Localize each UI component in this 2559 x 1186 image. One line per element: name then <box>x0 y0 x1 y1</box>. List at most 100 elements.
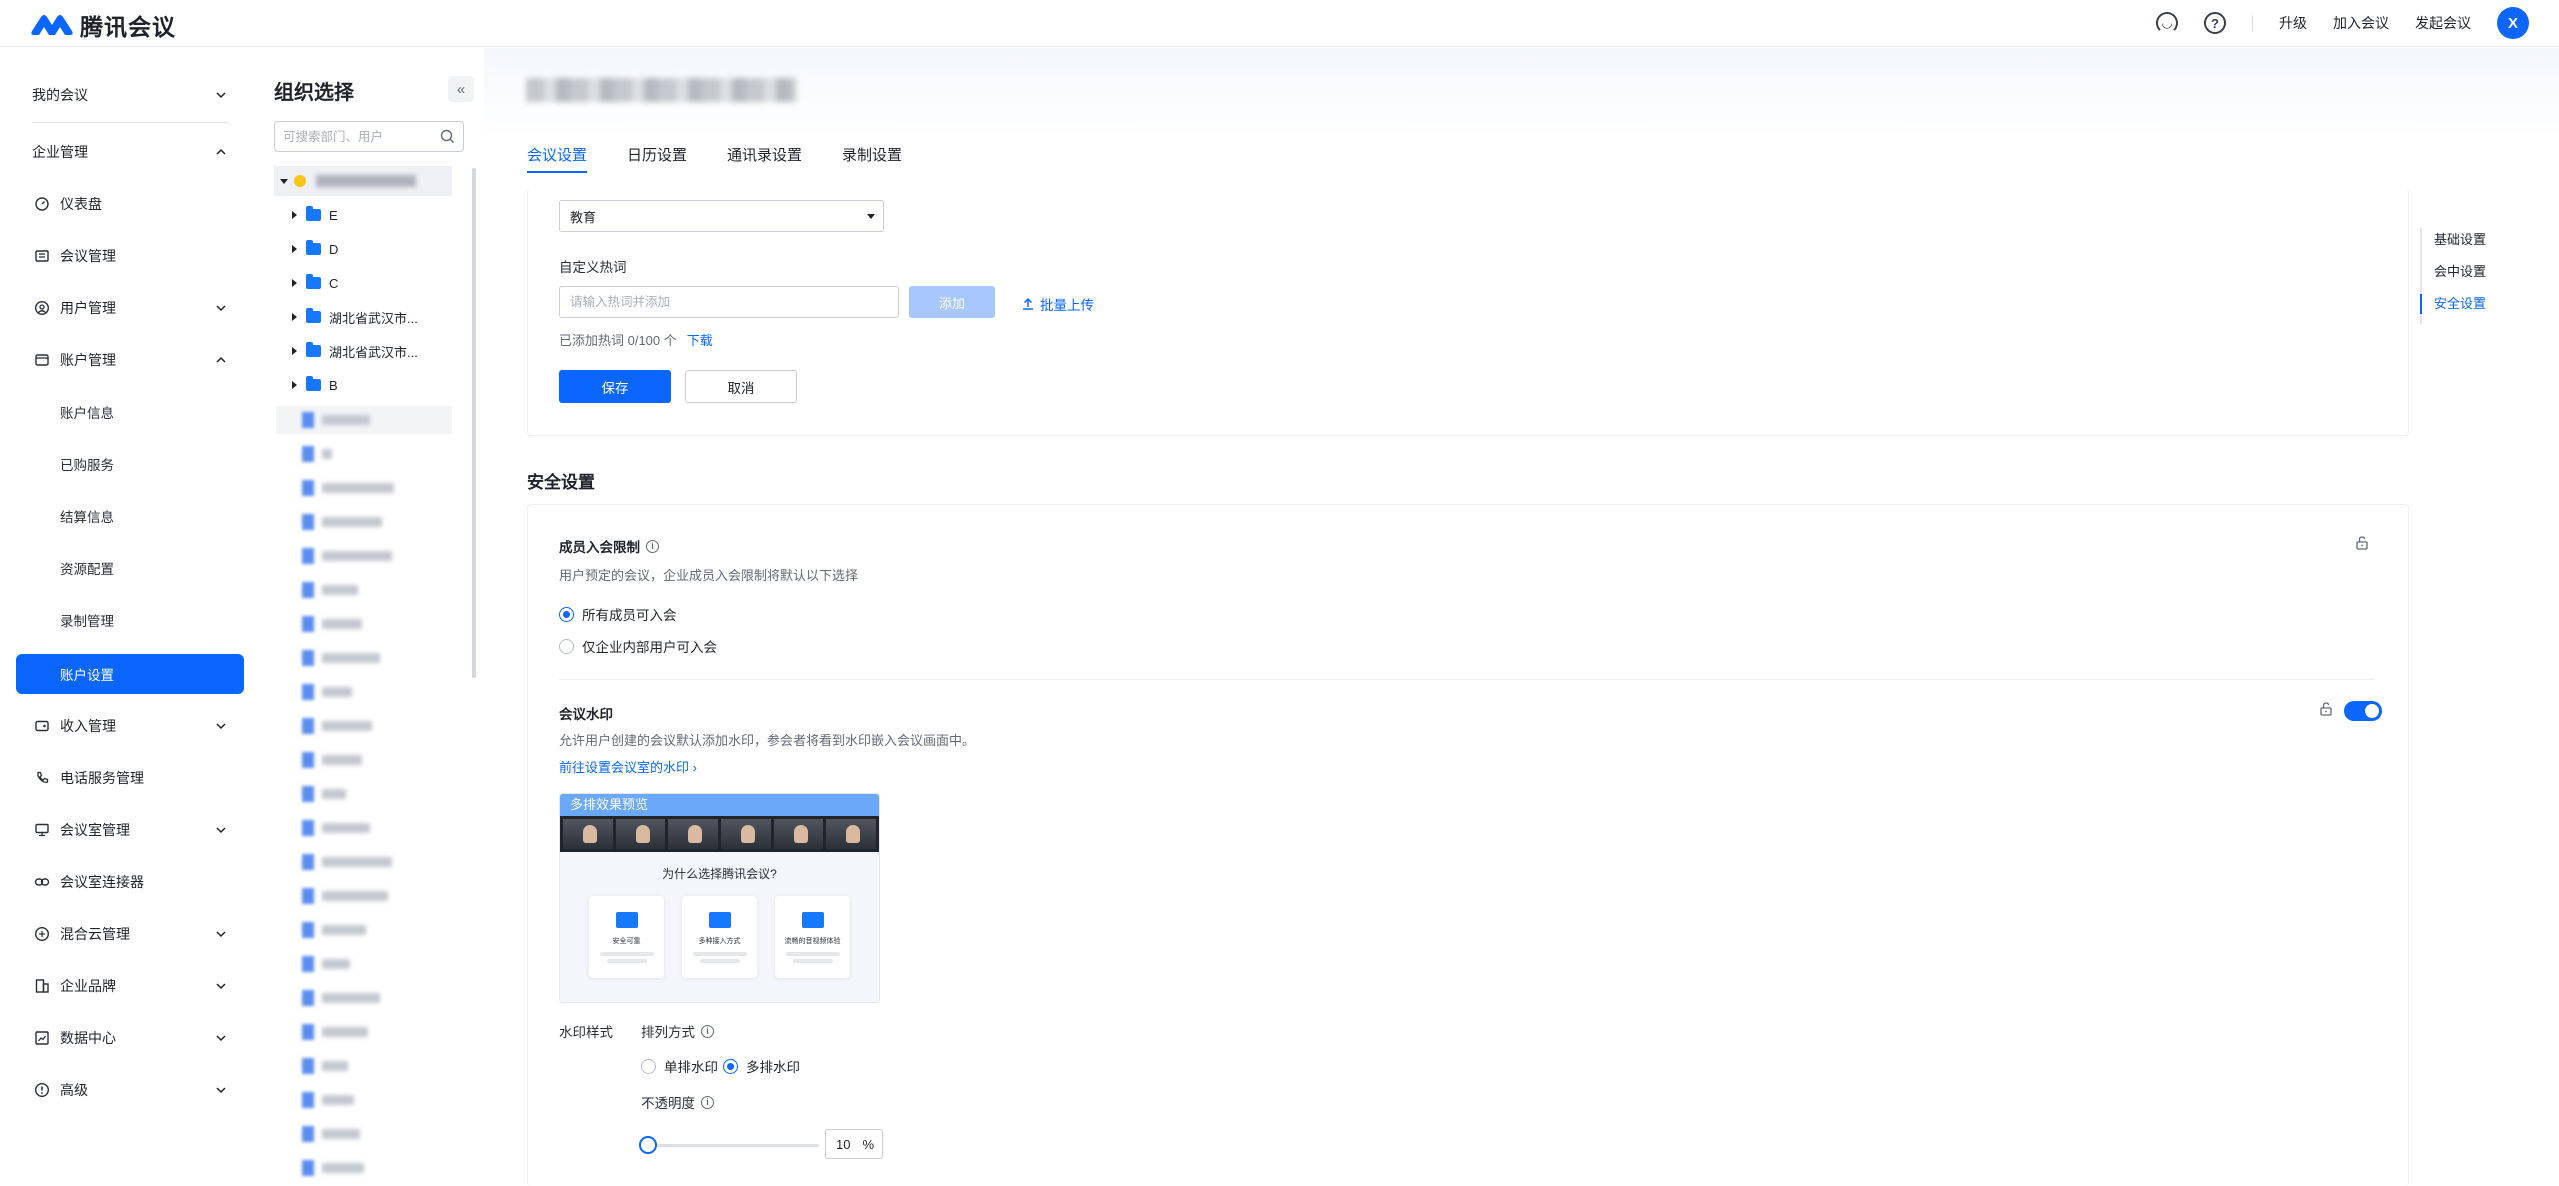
member-row[interactable] <box>302 783 346 805</box>
nav-room-connector[interactable]: 会议室连接器 <box>16 862 244 902</box>
room-watermark-link[interactable]: 前往设置会议室的水印 › <box>559 757 697 776</box>
unlock-icon[interactable] <box>2354 535 2370 551</box>
upgrade-link[interactable]: 升级 <box>2279 13 2307 33</box>
collapse-panel-button[interactable]: « <box>448 76 474 102</box>
tab-calendar-settings[interactable]: 日历设置 <box>627 144 687 173</box>
start-meeting-link[interactable]: 发起会议 <box>2415 13 2471 33</box>
join-limit-option-all[interactable]: 所有成员可入会 <box>559 604 677 624</box>
member-row[interactable] <box>302 749 362 771</box>
expand-icon[interactable] <box>280 178 288 184</box>
member-row[interactable] <box>302 681 352 703</box>
info-icon[interactable]: i <box>701 1095 714 1109</box>
tab-meeting-settings[interactable]: 会议设置 <box>527 144 588 173</box>
nav-enterprise-brand[interactable]: 企业品牌 <box>16 966 244 1006</box>
member-row[interactable] <box>302 1089 354 1111</box>
opacity-slider-thumb[interactable] <box>639 1136 657 1154</box>
anchor-basic-settings[interactable]: 基础设置 <box>2422 228 2486 260</box>
layout-option-single[interactable]: 单排水印 <box>641 1056 718 1076</box>
anchor-in-meeting-settings[interactable]: 会中设置 <box>2422 260 2486 292</box>
nav-income-management[interactable]: 收入管理 <box>16 706 244 746</box>
industry-select[interactable]: 教育 <box>559 200 884 232</box>
expand-icon[interactable] <box>292 347 297 355</box>
download-link[interactable]: 下载 <box>687 333 713 348</box>
add-hotword-button[interactable]: 添加 <box>909 286 995 318</box>
expand-icon[interactable] <box>292 245 297 253</box>
member-row[interactable] <box>302 817 370 839</box>
join-meeting-link[interactable]: 加入会议 <box>2333 13 2389 33</box>
info-icon[interactable]: i <box>701 1024 714 1038</box>
nav-advanced[interactable]: 高级 <box>16 1070 244 1110</box>
member-row[interactable] <box>302 647 380 669</box>
nav-billing-info[interactable]: 结算信息 <box>16 496 244 536</box>
tab-recording-settings[interactable]: 录制设置 <box>842 144 902 173</box>
radio-checked[interactable] <box>723 1058 738 1074</box>
member-row[interactable] <box>302 579 358 601</box>
member-row[interactable] <box>302 1123 360 1145</box>
member-row[interactable] <box>302 409 370 431</box>
cancel-button[interactable]: 取消 <box>685 370 797 403</box>
nav-dashboard[interactable]: 仪表盘 <box>16 184 244 224</box>
save-button[interactable]: 保存 <box>559 370 671 403</box>
member-row[interactable] <box>302 953 350 975</box>
question-icon[interactable]: ? <box>2204 12 2226 34</box>
tree-folder[interactable]: B <box>274 370 452 400</box>
expand-icon[interactable] <box>292 211 297 219</box>
nav-my-meetings[interactable]: 我的会议 <box>16 75 244 115</box>
expand-icon[interactable] <box>292 381 297 389</box>
join-limit-option-internal[interactable]: 仅企业内部用户可入会 <box>559 636 717 656</box>
layout-option-multi[interactable]: 多排水印 <box>723 1056 800 1076</box>
nav-user-management[interactable]: 用户管理 <box>16 288 244 328</box>
expand-icon[interactable] <box>292 313 297 321</box>
search-icon[interactable] <box>440 129 455 144</box>
nav-enterprise[interactable]: 企业管理 <box>16 132 244 172</box>
headset-icon[interactable]: ◡ <box>2156 12 2178 34</box>
nav-meeting-management[interactable]: 会议管理 <box>16 236 244 276</box>
avatar[interactable]: X <box>2497 7 2529 39</box>
member-row[interactable] <box>302 511 382 533</box>
nav-hybrid-cloud[interactable]: 混合云管理 <box>16 914 244 954</box>
nav-resource-config[interactable]: 资源配置 <box>16 548 244 588</box>
tree-folder[interactable]: D <box>274 234 452 264</box>
tree-scrollbar[interactable] <box>472 168 476 678</box>
radio-checked[interactable] <box>559 606 574 622</box>
tab-contacts-settings[interactable]: 通讯录设置 <box>727 144 802 173</box>
member-row[interactable] <box>302 477 394 499</box>
opacity-input[interactable]: 10 % <box>825 1129 883 1159</box>
member-row[interactable] <box>302 851 392 873</box>
member-row[interactable] <box>302 885 388 907</box>
member-row[interactable] <box>302 1021 368 1043</box>
member-row[interactable] <box>302 919 366 941</box>
radio-unchecked[interactable] <box>641 1058 656 1074</box>
unlock-icon[interactable] <box>2318 701 2334 717</box>
watermark-toggle[interactable] <box>2344 701 2382 721</box>
nav-account-management[interactable]: 账户管理 <box>16 340 244 380</box>
nav-recording-management[interactable]: 录制管理 <box>16 600 244 640</box>
nav-phone-service[interactable]: 电话服务管理 <box>16 758 244 798</box>
nav-purchased-services[interactable]: 已购服务 <box>16 444 244 484</box>
member-row[interactable] <box>302 545 392 567</box>
tree-folder[interactable]: E <box>274 200 452 230</box>
member-row[interactable] <box>302 1157 364 1179</box>
tree-root-node[interactable] <box>274 166 452 196</box>
nav-data-center[interactable]: 数据中心 <box>16 1018 244 1058</box>
info-icon[interactable]: i <box>646 539 659 553</box>
opacity-slider-track[interactable] <box>649 1144 819 1147</box>
tree-folder[interactable]: 湖北省武汉市... <box>274 302 452 332</box>
tree-folder[interactable]: 湖北省武汉市... <box>274 336 452 366</box>
member-row[interactable] <box>302 443 332 465</box>
hotword-input[interactable] <box>560 287 898 317</box>
nav-account-settings[interactable]: 账户设置 <box>16 654 244 694</box>
anchor-security-settings[interactable]: 安全设置 <box>2419 292 2486 324</box>
radio-unchecked[interactable] <box>559 638 574 654</box>
app-logo[interactable]: 腾讯会议 <box>30 8 176 42</box>
tree-folder[interactable]: C <box>274 268 452 298</box>
member-row[interactable] <box>302 987 380 1009</box>
member-row[interactable] <box>302 715 372 737</box>
batch-upload-link[interactable]: 批量上传 <box>1021 294 1094 314</box>
member-row[interactable] <box>302 613 362 635</box>
org-search-input[interactable] <box>283 129 433 144</box>
expand-icon[interactable] <box>292 279 297 287</box>
member-row[interactable] <box>302 1055 348 1077</box>
nav-room-management[interactable]: 会议室管理 <box>16 810 244 850</box>
nav-account-info[interactable]: 账户信息 <box>16 392 244 432</box>
